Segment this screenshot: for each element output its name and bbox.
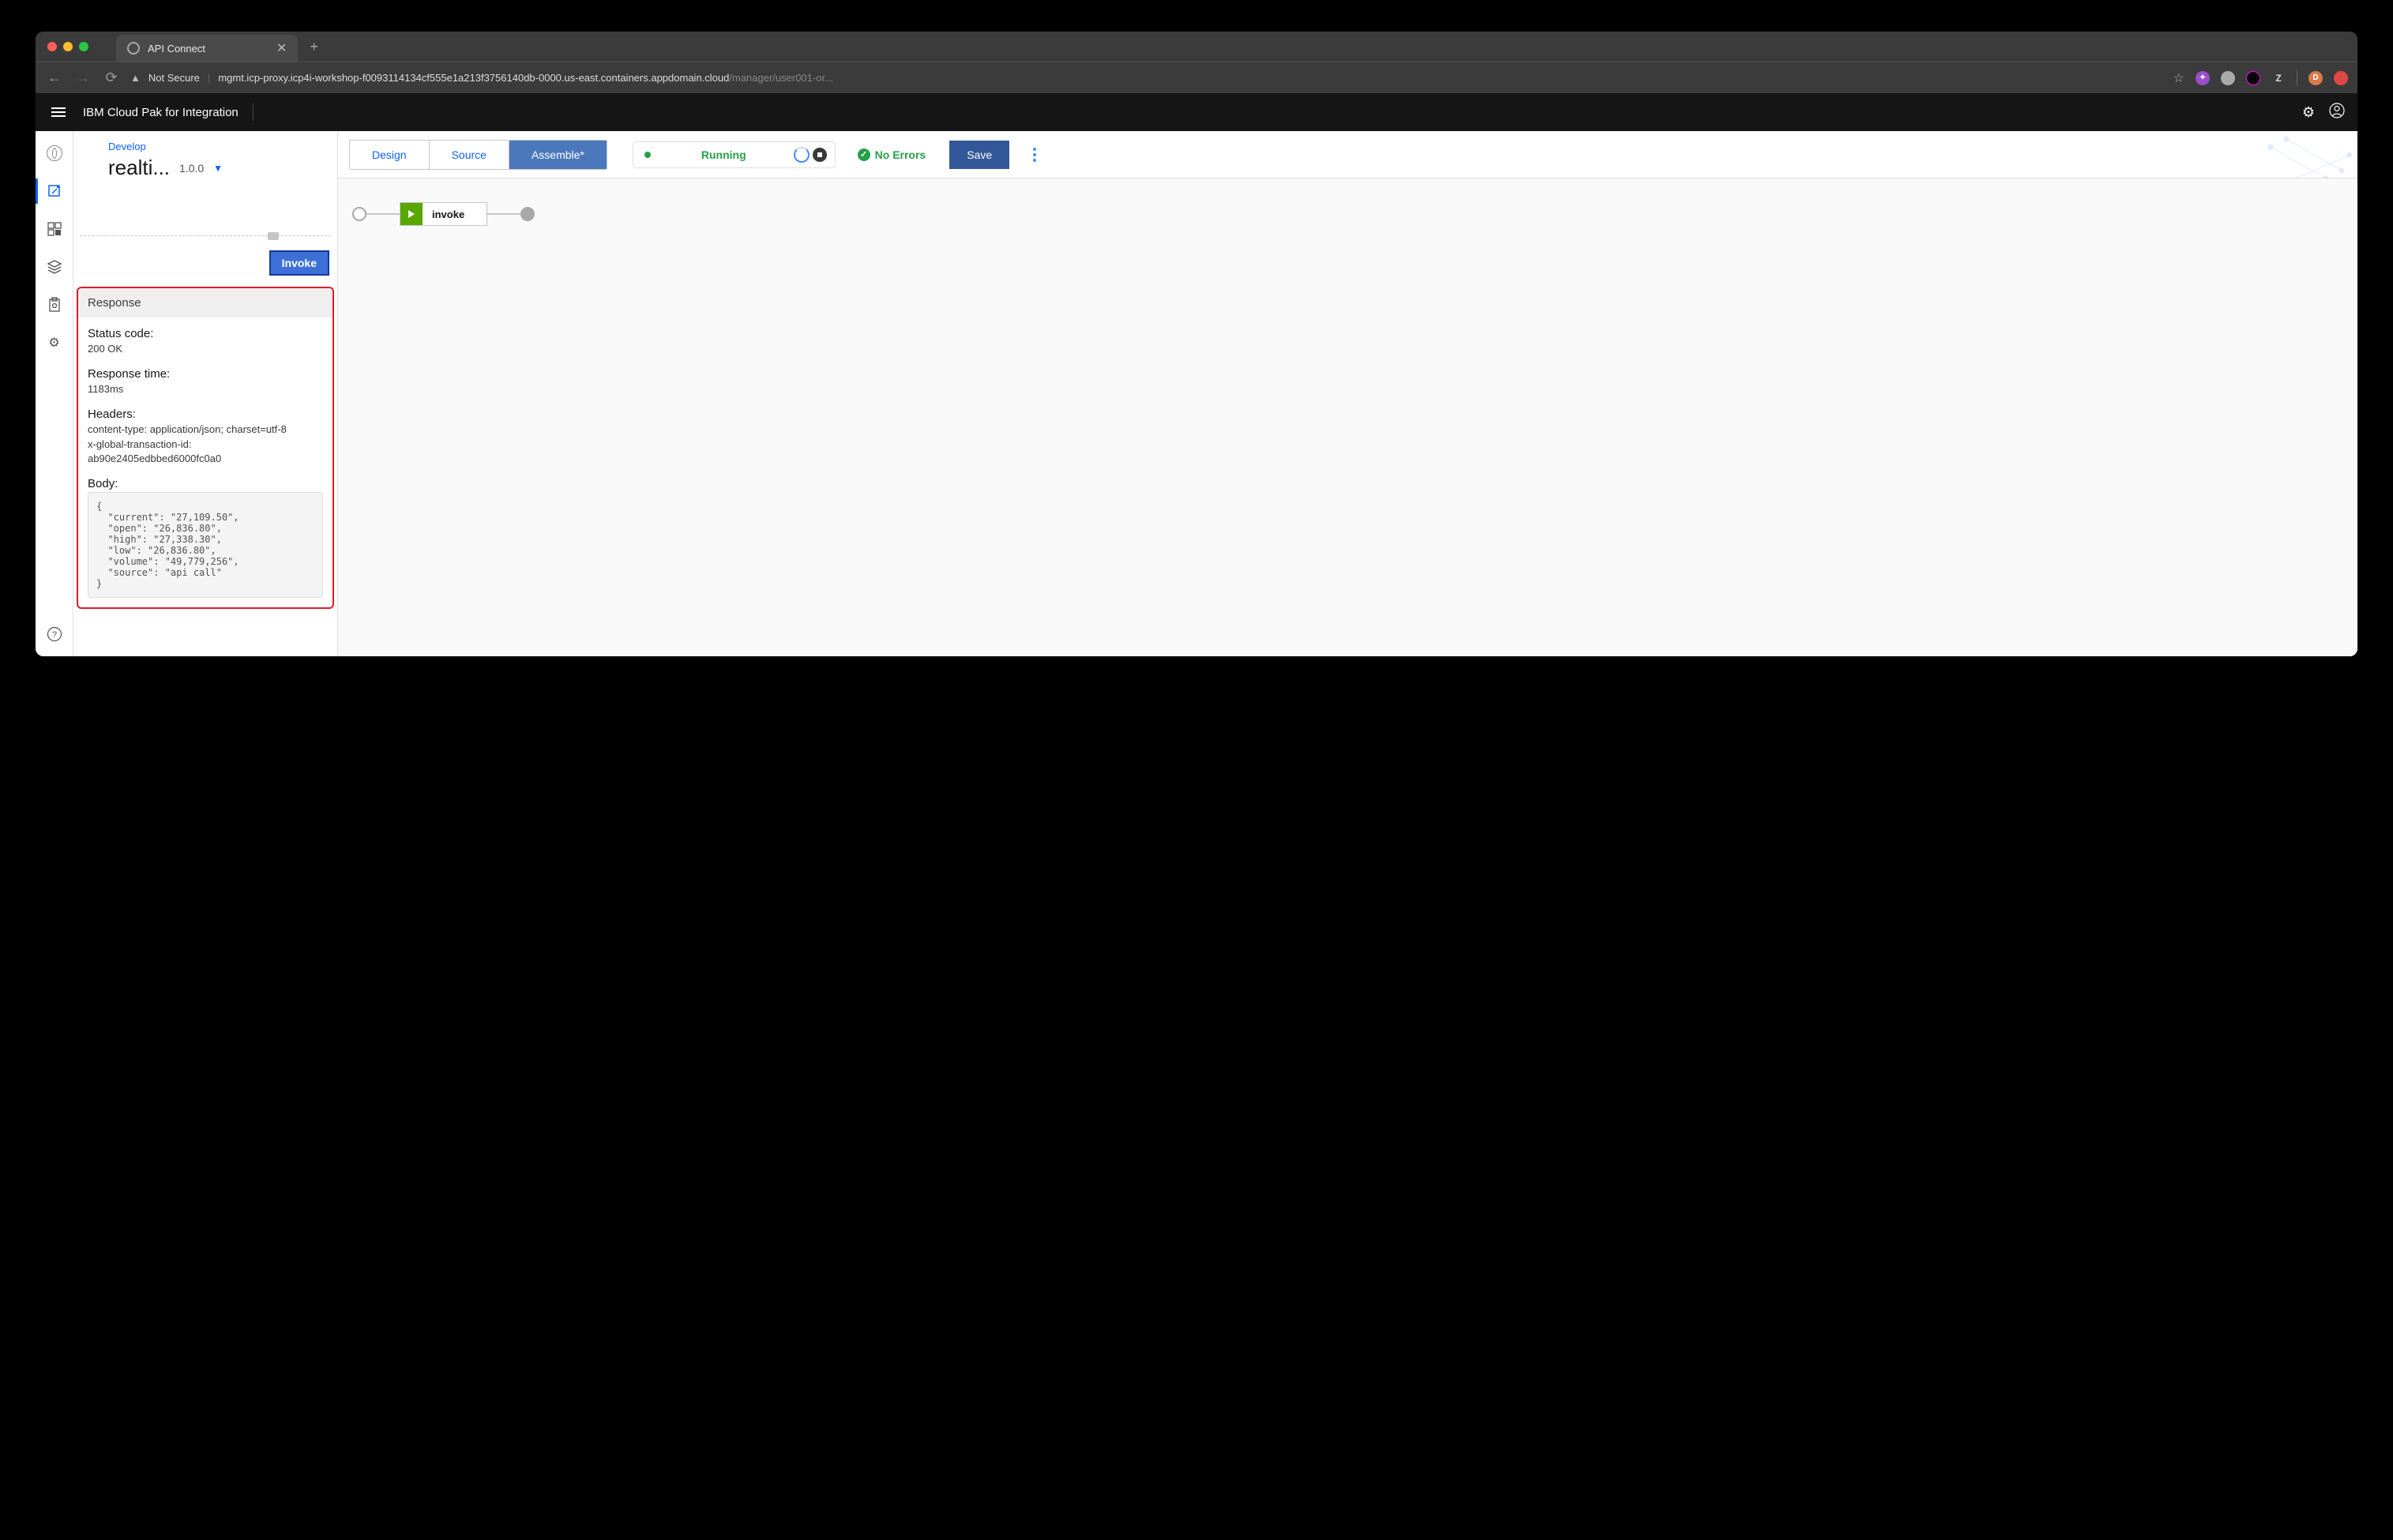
- develop-icon[interactable]: [47, 183, 62, 199]
- status-code-value: 200 OK: [88, 342, 323, 356]
- home-icon[interactable]: [47, 145, 62, 161]
- headers-label: Headers:: [88, 408, 323, 421]
- invoke-node[interactable]: invoke: [400, 202, 487, 226]
- not-secure-label: Not Secure: [148, 72, 200, 84]
- test-status: Running: [633, 141, 836, 168]
- errors-status[interactable]: ✓ No Errors: [858, 148, 926, 161]
- app-header: IBM Cloud Pak for Integration ⚙: [36, 93, 2357, 131]
- version-dropdown-icon[interactable]: ▼: [213, 163, 223, 174]
- extension-icon[interactable]: Z: [2271, 71, 2286, 85]
- maximize-window-button[interactable]: [79, 42, 88, 51]
- save-button[interactable]: Save: [949, 141, 1009, 169]
- bookmark-icon[interactable]: ☆: [2173, 70, 2185, 86]
- running-indicator-icon: [644, 152, 651, 158]
- extension-icon[interactable]: [2246, 71, 2260, 85]
- node-label: invoke: [423, 208, 486, 220]
- main-canvas: Design Source Assemble* Running ✓ No Err…: [338, 131, 2357, 656]
- breadcrumb-develop[interactable]: Develop: [108, 141, 302, 152]
- panel-divider: [80, 235, 331, 236]
- test-panel: Develop realti... 1.0.0 ▼ Invoke Respons…: [73, 131, 338, 656]
- forward-button[interactable]: →: [73, 69, 92, 86]
- back-button[interactable]: ←: [45, 69, 64, 86]
- reload-button[interactable]: ⟳: [102, 69, 121, 86]
- running-label: Running: [701, 148, 746, 161]
- response-time-value: 1183ms: [88, 382, 323, 396]
- flow-end-node[interactable]: [520, 207, 535, 221]
- gear-icon[interactable]: ⚙: [47, 335, 62, 351]
- check-icon: ✓: [858, 148, 870, 161]
- close-tab-icon[interactable]: ✕: [276, 40, 287, 56]
- url-host: mgmt.icp-proxy.icp4i-workshop-f009311413…: [218, 72, 729, 84]
- body-label: Body:: [88, 477, 323, 490]
- play-icon: [400, 203, 423, 225]
- response-panel: Response Status code: 200 OK Response ti…: [77, 287, 334, 609]
- favicon-icon: [127, 42, 140, 54]
- status-code-label: Status code:: [88, 327, 323, 340]
- close-window-button[interactable]: [47, 42, 57, 51]
- not-secure-icon: ▲: [130, 72, 141, 84]
- tab-assemble[interactable]: Assemble*: [509, 141, 607, 169]
- header-transaction-id: x-global-transaction-id: ab90e2405edbbed…: [88, 438, 323, 466]
- address-bar: ← → ⟳ ▲ Not Secure | mgmt.icp-proxy.icp4…: [36, 62, 2357, 93]
- tab-title: API Connect: [148, 43, 205, 54]
- browser-extensions: ☆ ✦ Z D: [2173, 70, 2348, 86]
- flow-start-node[interactable]: [352, 207, 366, 221]
- left-nav-rail: ⚙ ?: [36, 131, 73, 656]
- stop-button[interactable]: [813, 148, 827, 162]
- new-tab-button[interactable]: +: [310, 39, 318, 55]
- clipboard-icon[interactable]: [47, 297, 62, 313]
- overflow-menu-icon[interactable]: [1028, 143, 1041, 167]
- url-path: /manager/user001-or...: [729, 72, 833, 84]
- profile-icon[interactable]: D: [2308, 71, 2323, 85]
- settings-icon[interactable]: ⚙: [2302, 104, 2315, 121]
- tab-design[interactable]: Design: [350, 141, 430, 169]
- invoke-button[interactable]: Invoke: [269, 250, 329, 276]
- help-icon[interactable]: ?: [47, 626, 62, 642]
- svg-text:?: ?: [51, 630, 56, 640]
- extension-icon[interactable]: ✦: [2196, 71, 2210, 85]
- assembly-canvas[interactable]: invoke: [338, 178, 2357, 656]
- url-field[interactable]: ▲ Not Secure | mgmt.icp-proxy.icp4i-work…: [130, 72, 2164, 84]
- flow-diagram: invoke: [352, 202, 2343, 226]
- editor-toolbar: Design Source Assemble* Running ✓ No Err…: [338, 131, 2357, 178]
- drag-handle-icon[interactable]: [268, 232, 279, 240]
- extension-icon[interactable]: [2221, 71, 2235, 85]
- browser-window: API Connect ✕ + ← → ⟳ ▲ Not Secure | mgm…: [36, 32, 2357, 656]
- response-body-code: { "current": "27,109.50", "open": "26,83…: [88, 492, 323, 598]
- api-version: 1.0.0: [179, 162, 204, 175]
- traffic-lights: [47, 42, 88, 51]
- dashboard-icon[interactable]: [47, 221, 62, 237]
- extension-icon[interactable]: [2334, 71, 2348, 85]
- response-time-label: Response time:: [88, 367, 323, 381]
- no-errors-label: No Errors: [875, 148, 926, 161]
- app-name: IBM Cloud Pak for Integration: [83, 106, 239, 119]
- header-content-type: content-type: application/json; charset=…: [88, 423, 323, 437]
- user-icon[interactable]: [2329, 103, 2345, 122]
- response-header: Response: [78, 288, 332, 317]
- workspace: ⚙ ? Develop realti... 1.0.0 ▼ Invoke Res…: [36, 131, 2357, 656]
- menu-button[interactable]: [48, 104, 69, 120]
- layers-icon[interactable]: [47, 259, 62, 275]
- minimize-window-button[interactable]: [63, 42, 73, 51]
- loading-spinner-icon: [794, 147, 810, 163]
- panel-header: Develop realti... 1.0.0 ▼: [73, 131, 337, 188]
- titlebar: API Connect ✕ +: [36, 32, 2357, 62]
- tab-source[interactable]: Source: [430, 141, 509, 169]
- browser-tab[interactable]: API Connect ✕: [116, 35, 298, 62]
- view-tabs: Design Source Assemble*: [349, 140, 607, 170]
- api-title: realti...: [108, 156, 170, 180]
